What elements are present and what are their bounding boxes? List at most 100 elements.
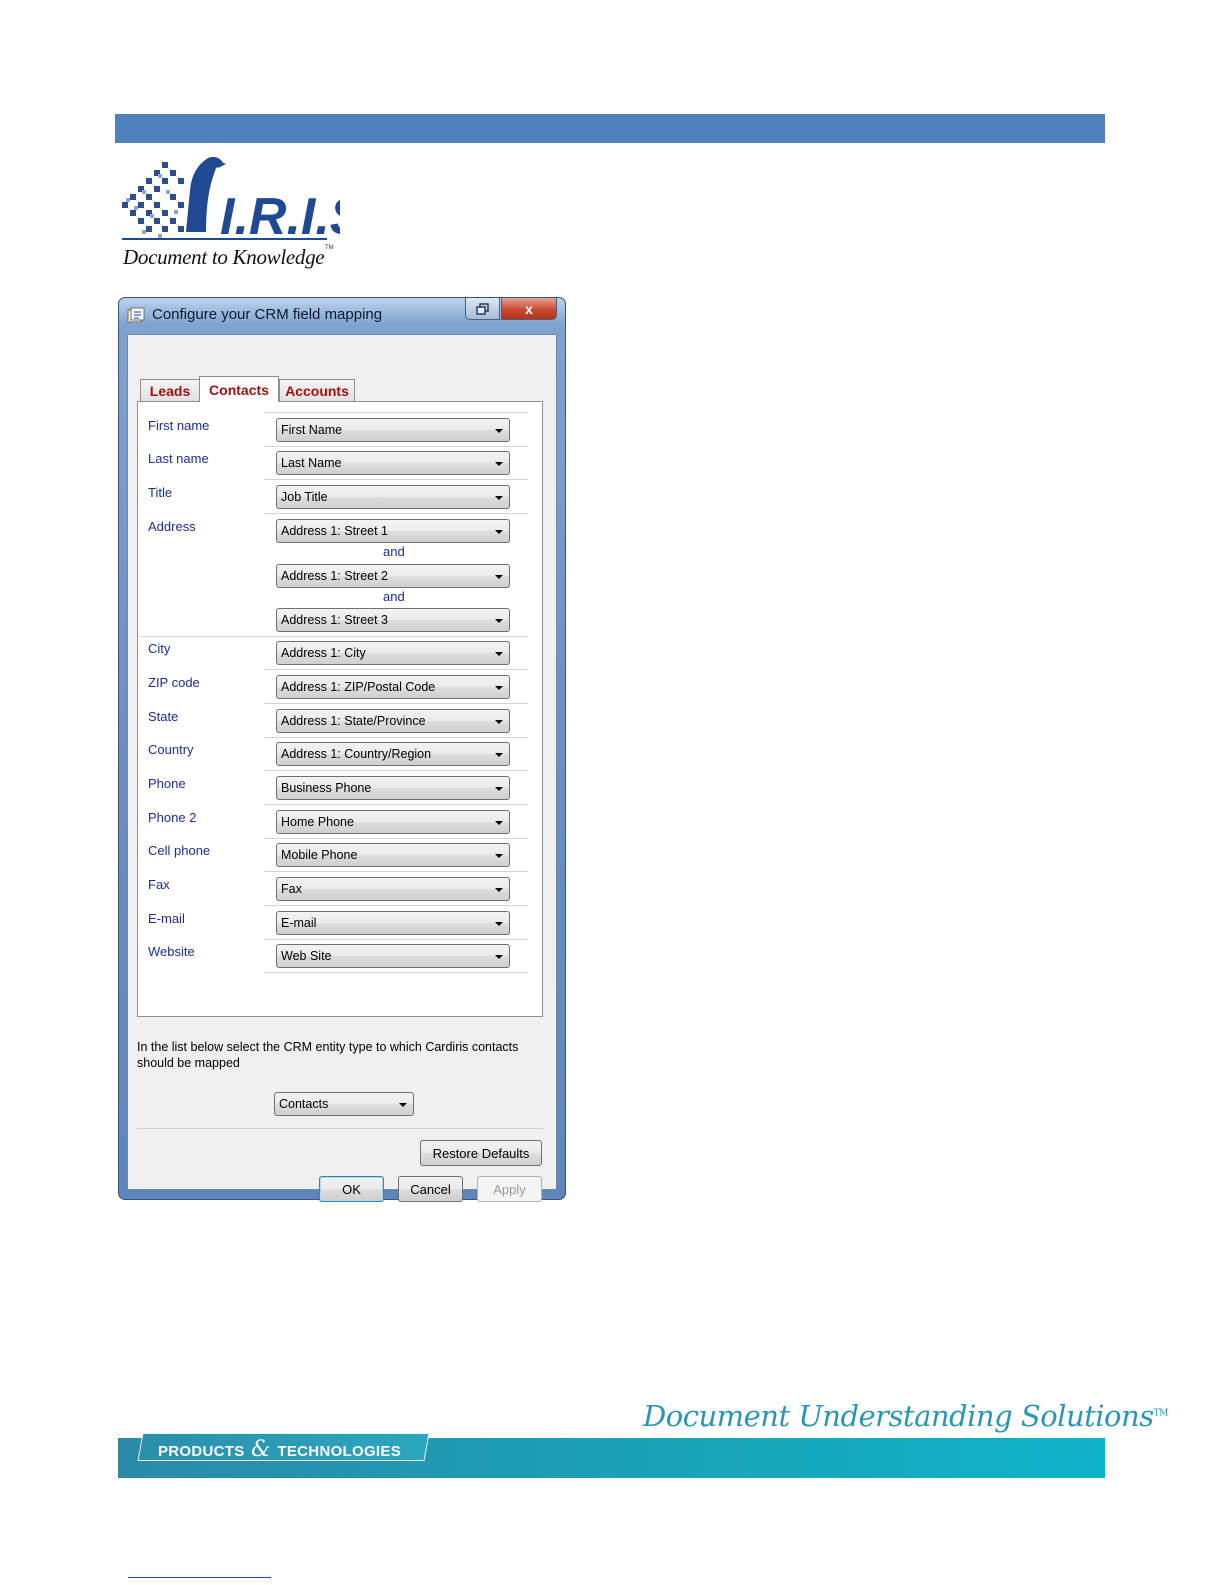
apply-label: Apply — [493, 1181, 526, 1197]
crm-mapping-dialog: Configure your CRM field mapping x Leads… — [118, 297, 566, 1202]
country-label: Country — [148, 742, 194, 757]
tab-leads[interactable]: Leads — [140, 379, 200, 401]
chevron-down-icon — [495, 888, 503, 892]
row-separator — [264, 479, 528, 480]
chevron-down-icon — [495, 720, 503, 724]
contacts-tab-panel: First name First Name Last name Last Nam… — [137, 401, 543, 1017]
tab-contacts-label: Contacts — [209, 381, 269, 398]
footer-ampersand: & — [251, 1437, 271, 1462]
row-separator — [264, 838, 528, 839]
cancel-label: Cancel — [410, 1181, 451, 1197]
row-separator — [264, 703, 528, 704]
zip-code-select[interactable]: Address 1: ZIP/Postal Code — [276, 675, 510, 699]
tab-accounts[interactable]: Accounts — [279, 379, 355, 401]
first-name-select[interactable]: First Name — [276, 418, 510, 442]
close-window-button[interactable]: x — [501, 298, 557, 320]
iris-eagle-logo-graphic: I.R.I.S. — [122, 156, 379, 246]
chevron-down-icon — [495, 955, 503, 959]
first-name-value: First Name — [281, 423, 343, 437]
tab-leads-label: Leads — [149, 382, 191, 399]
phone2-label: Phone 2 — [148, 810, 197, 825]
phone2-select[interactable]: Home Phone — [276, 810, 510, 834]
chevron-down-icon — [495, 753, 503, 757]
entity-type-instruction: In the list below select the CRM entity … — [137, 1040, 519, 1070]
restore-icon — [475, 302, 489, 315]
phone-select[interactable]: Business Phone — [276, 776, 510, 800]
restore-window-button[interactable] — [465, 298, 500, 320]
row-separator — [140, 636, 528, 637]
ok-label: OK — [342, 1181, 361, 1197]
title-select[interactable]: Job Title — [276, 485, 510, 509]
country-select[interactable]: Address 1: Country/Region — [276, 742, 510, 766]
email-label: E-mail — [148, 911, 185, 926]
restore-defaults-label: Restore Defaults — [432, 1145, 530, 1161]
footer-products-technologies: PRODUCTS & TECHNOLOGIES — [158, 1437, 401, 1462]
chevron-down-icon — [495, 821, 503, 825]
apply-button[interactable]: Apply — [477, 1176, 542, 1202]
address-and-2: and — [383, 589, 405, 604]
address-street2-value: Address 1: Street 2 — [281, 569, 389, 583]
footer-tagline: Document Understanding SolutionsTM — [643, 1399, 1168, 1433]
state-select[interactable]: Address 1: State/Province — [276, 709, 510, 733]
row-separator — [264, 669, 528, 670]
ok-button[interactable]: OK — [319, 1176, 384, 1202]
cell-phone-label: Cell phone — [148, 843, 211, 858]
footer-trademark: TM — [1153, 1408, 1169, 1419]
email-value: E-mail — [281, 916, 317, 930]
row-separator — [264, 939, 528, 940]
logo-trademark: TM — [325, 245, 334, 251]
close-icon: x — [525, 300, 533, 317]
tab-accounts-label: Accounts — [285, 382, 349, 399]
last-name-value: Last Name — [281, 456, 342, 470]
row-separator — [264, 804, 528, 805]
chevron-down-icon — [495, 429, 503, 433]
website-select[interactable]: Web Site — [276, 944, 510, 968]
restore-defaults-button[interactable]: Restore Defaults — [420, 1140, 542, 1166]
address-street1-select[interactable]: Address 1: Street 1 — [276, 519, 510, 543]
header-bar — [115, 114, 1105, 143]
state-value: Address 1: State/Province — [281, 714, 426, 728]
row-separator — [264, 446, 528, 447]
footer-link-underline — [128, 1577, 271, 1578]
city-value: Address 1: City — [281, 646, 366, 660]
logo-tagline: Document to Knowledge — [123, 245, 325, 269]
footer-tagline-text: Document Understanding Solutions — [643, 1399, 1154, 1433]
address-street2-select[interactable]: Address 1: Street 2 — [276, 564, 510, 588]
first-name-label: First name — [148, 418, 210, 433]
title-label: Title — [148, 485, 173, 500]
last-name-label: Last name — [148, 451, 209, 466]
chevron-down-icon — [495, 496, 503, 500]
entity-type-select[interactable]: Contacts — [274, 1092, 414, 1116]
row-separator — [264, 871, 528, 872]
row-separator — [264, 412, 528, 413]
fax-select[interactable]: Fax — [276, 877, 510, 901]
divider — [137, 1128, 543, 1129]
email-select[interactable]: E-mail — [276, 911, 510, 935]
address-label: Address — [148, 519, 196, 534]
tab-contacts[interactable]: Contacts — [199, 376, 279, 402]
last-name-select[interactable]: Last Name — [276, 451, 510, 475]
dialog-client-area: Leads Contacts Accounts First name First… — [127, 334, 557, 1202]
website-value: Web Site — [281, 949, 332, 963]
iris-logo: I.R.I.S. Document to Knowledge TM — [120, 150, 379, 275]
row-separator — [264, 905, 528, 906]
title-value: Job Title — [281, 490, 328, 504]
app-icon — [127, 307, 145, 323]
chevron-down-icon — [495, 922, 503, 926]
cell-phone-value: Mobile Phone — [281, 848, 358, 862]
svg-text:I.R.I.S.: I.R.I.S. — [220, 188, 340, 246]
cell-phone-select[interactable]: Mobile Phone — [276, 843, 510, 867]
row-separator — [264, 972, 528, 973]
address-street3-select[interactable]: Address 1: Street 3 — [276, 608, 510, 632]
phone2-value: Home Phone — [281, 815, 354, 829]
chevron-down-icon — [495, 575, 503, 579]
address-street1-value: Address 1: Street 1 — [281, 524, 389, 538]
cancel-button[interactable]: Cancel — [398, 1176, 463, 1202]
dialog-title: Configure your CRM field mapping — [152, 306, 383, 323]
chevron-down-icon — [495, 619, 503, 623]
city-select[interactable]: Address 1: City — [276, 641, 510, 665]
row-separator — [264, 770, 528, 771]
fax-value: Fax — [281, 882, 302, 896]
chevron-down-icon — [495, 686, 503, 690]
chevron-down-icon — [495, 530, 503, 534]
